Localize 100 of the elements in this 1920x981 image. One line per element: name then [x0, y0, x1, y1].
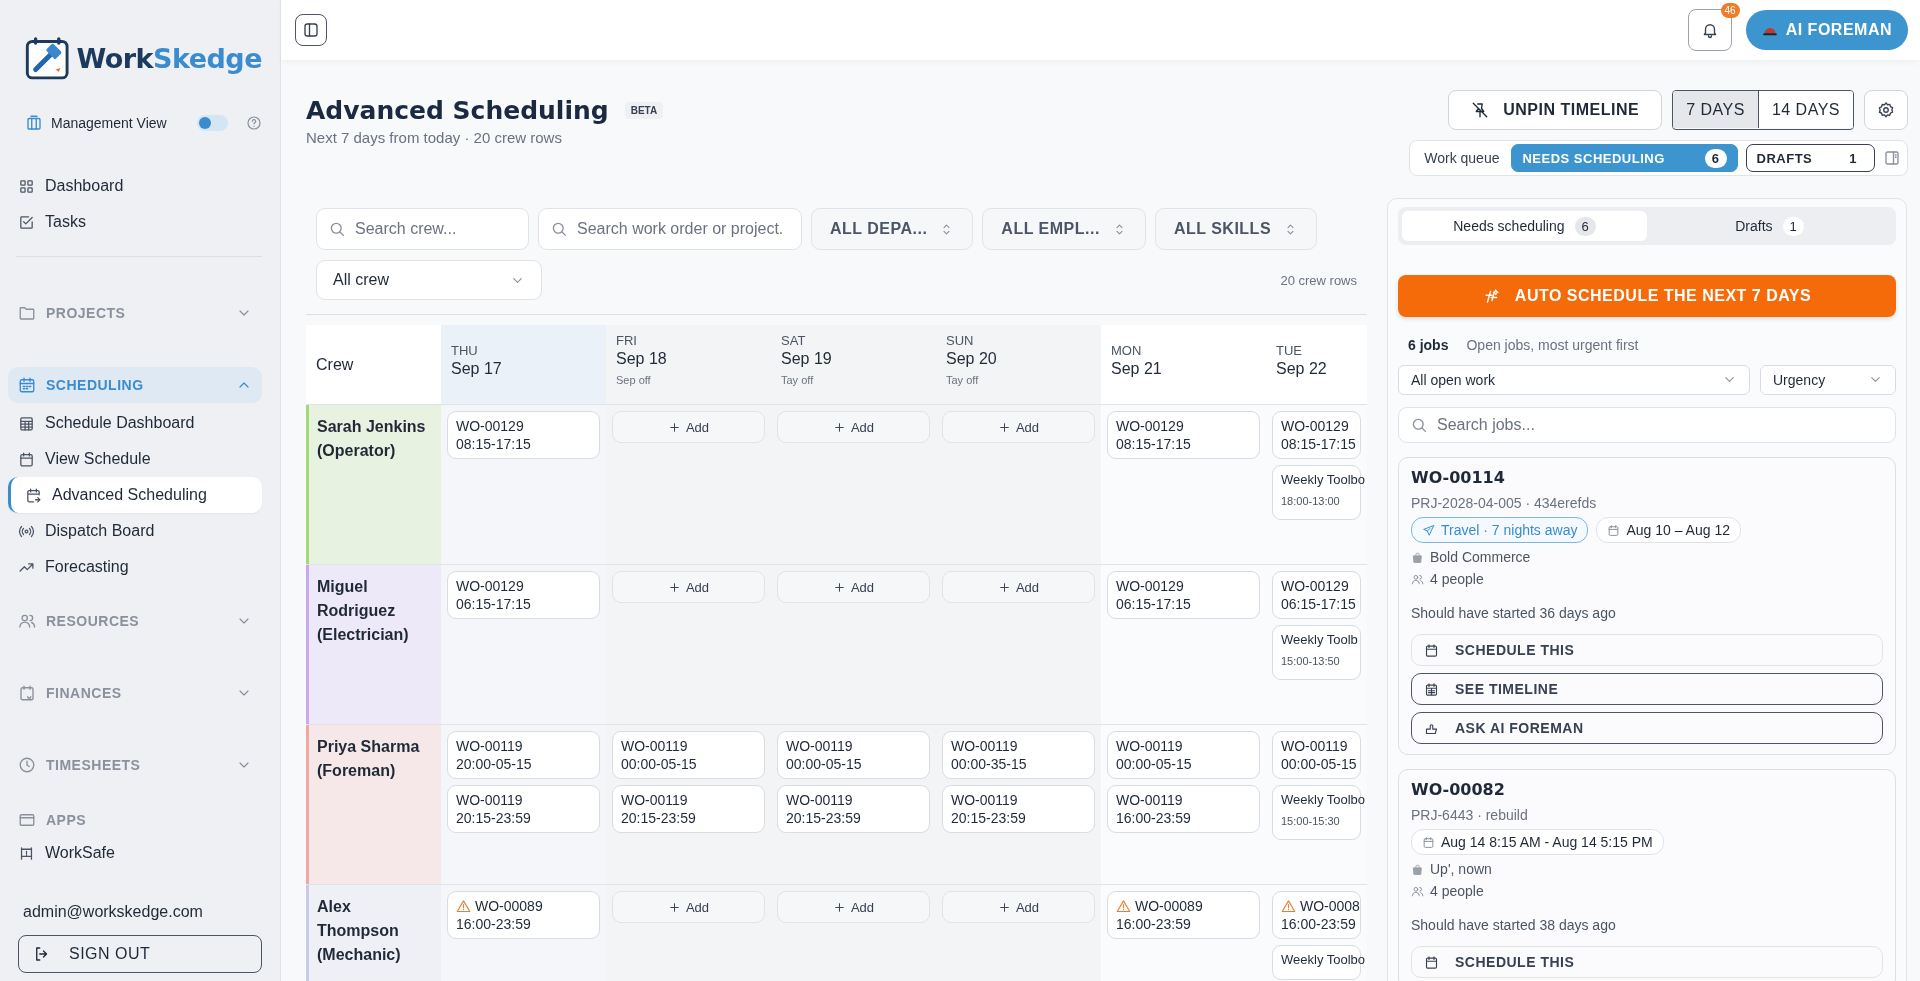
queue-hint: Open jobs, most urgent first	[1466, 336, 1639, 353]
work-filter-select[interactable]: All open work	[1398, 364, 1750, 395]
crew-select[interactable]: All crew	[316, 260, 542, 300]
add-shift-button[interactable]: Add	[777, 571, 930, 603]
job-card[interactable]: WO-00089 16:00-23:59	[447, 891, 600, 939]
sidebar-icon	[302, 21, 320, 39]
job-card[interactable]: WO-00129 08:15-17:15	[1107, 411, 1260, 459]
calendar-arrow-icon	[25, 486, 42, 504]
users-icon	[1411, 572, 1424, 586]
schedule-button[interactable]: SCHEDULE THIS	[1411, 946, 1883, 978]
calendar-grid-icon	[18, 414, 35, 432]
nav-item[interactable]: View Schedule	[8, 441, 262, 477]
job-card[interactable]: WO-00119 00:00-35-15	[942, 731, 1095, 779]
job-card[interactable]: WO-00119 00:00-05-15	[1272, 731, 1361, 779]
grid-icon	[18, 177, 35, 195]
signboard-icon	[18, 844, 35, 862]
calendar-icon	[18, 376, 36, 394]
plus-icon	[667, 900, 681, 914]
add-shift-button[interactable]: Add	[777, 891, 930, 923]
nav-item[interactable]: WorkSafe	[8, 835, 262, 871]
bag-icon	[1411, 550, 1424, 564]
job-card[interactable]: WO-00119 00:00-05-15	[612, 731, 765, 779]
day-column-header: THU Sep 17	[441, 325, 606, 405]
help-icon[interactable]	[246, 115, 262, 131]
filter-select[interactable]: ALL DEPA...	[811, 208, 974, 250]
search-icon	[550, 220, 568, 238]
job-card[interactable]: WO-00119 20:15-23:59	[777, 785, 930, 833]
work-queue-label: Work queue	[1424, 150, 1500, 166]
sparkle-icon	[1482, 286, 1501, 305]
job-card[interactable]: WO-00129 06:15-17:15	[1107, 571, 1260, 619]
settings-button[interactable]	[1864, 90, 1908, 130]
management-view-toggle[interactable]	[196, 115, 228, 131]
job-card[interactable]: WO-00119 20:15-23:59	[612, 785, 765, 833]
job-card[interactable]: WO-00119 20:15-23:59	[447, 785, 600, 833]
nav-item[interactable]: Tasks	[8, 204, 262, 240]
job-card[interactable]: WO-00119 20:00-05-15	[447, 731, 600, 779]
job-card[interactable]: WO-0008 16:00-23:59	[1272, 891, 1361, 939]
sort-select[interactable]: Urgency	[1760, 364, 1896, 395]
job-card[interactable]: WO-00129 06:15-17:15	[1272, 571, 1361, 619]
crew-name: Priya Sharma (Foreman)	[317, 737, 421, 781]
range-tab[interactable]: 7 DAYS	[1673, 91, 1758, 128]
work-queue-toggle[interactable]: NEEDS SCHEDULING 6	[1511, 144, 1738, 172]
nav-item[interactable]: Forecasting	[8, 549, 262, 585]
overdue-note: Should have started 38 days ago	[1411, 917, 1617, 933]
job-count: 6 jobs	[1408, 336, 1449, 353]
event-card[interactable]: Weekly Toolb 15:00-13:50	[1272, 625, 1361, 680]
send-icon	[1422, 523, 1435, 537]
ask-ai-button[interactable]: ASK AI FOREMAN	[1411, 712, 1883, 744]
plus-icon	[997, 580, 1011, 594]
unpin-timeline-button[interactable]: UNPIN TIMELINE	[1448, 90, 1663, 130]
add-shift-button[interactable]: Add	[942, 891, 1095, 923]
sign-out-button[interactable]: SIGN OUT	[18, 935, 262, 973]
add-shift-button[interactable]: Add	[612, 411, 765, 443]
plus-icon	[667, 580, 681, 594]
panel-icon[interactable]	[1883, 149, 1901, 167]
crew-search-field[interactable]: Search crew...	[316, 208, 529, 250]
nav-item[interactable]: Dispatch Board	[8, 513, 262, 549]
job-card[interactable]: WO-00129 08:15-17:15	[1272, 411, 1361, 459]
add-shift-button[interactable]: Add	[612, 891, 765, 923]
users-icon	[1411, 884, 1424, 898]
work-order-search-field[interactable]: Search work order or project.	[538, 208, 802, 250]
day-column-header: SUN Sep 20 Tay off	[936, 325, 1101, 405]
nav-item[interactable]: Schedule Dashboard	[8, 405, 262, 441]
job-code: WO-00082	[1411, 780, 1506, 799]
filter-select[interactable]: ALL SKILLS	[1154, 208, 1318, 250]
day-column-header: MON Sep 21	[1101, 325, 1266, 405]
day-column-header: TUE Sep 22	[1266, 325, 1367, 405]
plus-icon	[832, 900, 846, 914]
queue-tab[interactable]: Drafts 1	[1647, 211, 1892, 241]
job-card[interactable]: WO-00119 16:00-23:59	[1107, 785, 1260, 833]
job-code: WO-00114	[1411, 468, 1506, 487]
plus-icon	[997, 900, 1011, 914]
job-card[interactable]: WO-00119 00:00-05-15	[777, 731, 930, 779]
filter-select[interactable]: ALL EMPL...	[982, 208, 1146, 250]
job-card[interactable]: WO-00089 16:00-23:59	[1107, 891, 1260, 939]
work-queue-toggle[interactable]: DRAFTS 1	[1745, 144, 1875, 172]
client-name: Bold Commerce	[1430, 549, 1531, 565]
range-tab[interactable]: 14 DAYS	[1757, 91, 1853, 128]
checkbox-icon	[18, 213, 35, 231]
job-card[interactable]: WO-00129 08:15-17:15	[447, 411, 600, 459]
queue-tab[interactable]: Needs scheduling 6	[1402, 211, 1647, 241]
calendar-icon	[1422, 835, 1435, 849]
job-card[interactable]: WO-00119 00:00-05-15	[1107, 731, 1260, 779]
window-icon	[18, 811, 36, 829]
job-card[interactable]: WO-00119 20:15-23:59	[942, 785, 1095, 833]
search-icon	[328, 220, 346, 238]
job-search-field[interactable]: Search jobs...	[1398, 406, 1896, 443]
schedule-button[interactable]: SCHEDULE THIS	[1411, 634, 1883, 666]
add-shift-button[interactable]: Add	[942, 571, 1095, 603]
job-card[interactable]: WO-00129 06:15-17:15	[447, 571, 600, 619]
add-shift-button[interactable]: Add	[612, 571, 765, 603]
crew-name: Miguel Rodriguez (Electrician)	[317, 577, 410, 645]
add-shift-button[interactable]: Add	[777, 411, 930, 443]
nav-item[interactable]: Dashboard	[8, 168, 262, 204]
calendar-icon	[1424, 954, 1439, 970]
job-project: PRJ-6443 · rebuild	[1411, 807, 1529, 823]
sidebar-toggle-button[interactable]	[295, 14, 327, 46]
add-shift-button[interactable]: Add	[942, 411, 1095, 443]
nav-item[interactable]: Advanced Scheduling	[8, 477, 262, 513]
see-timeline-button[interactable]: SEE TIMELINE	[1411, 673, 1883, 705]
